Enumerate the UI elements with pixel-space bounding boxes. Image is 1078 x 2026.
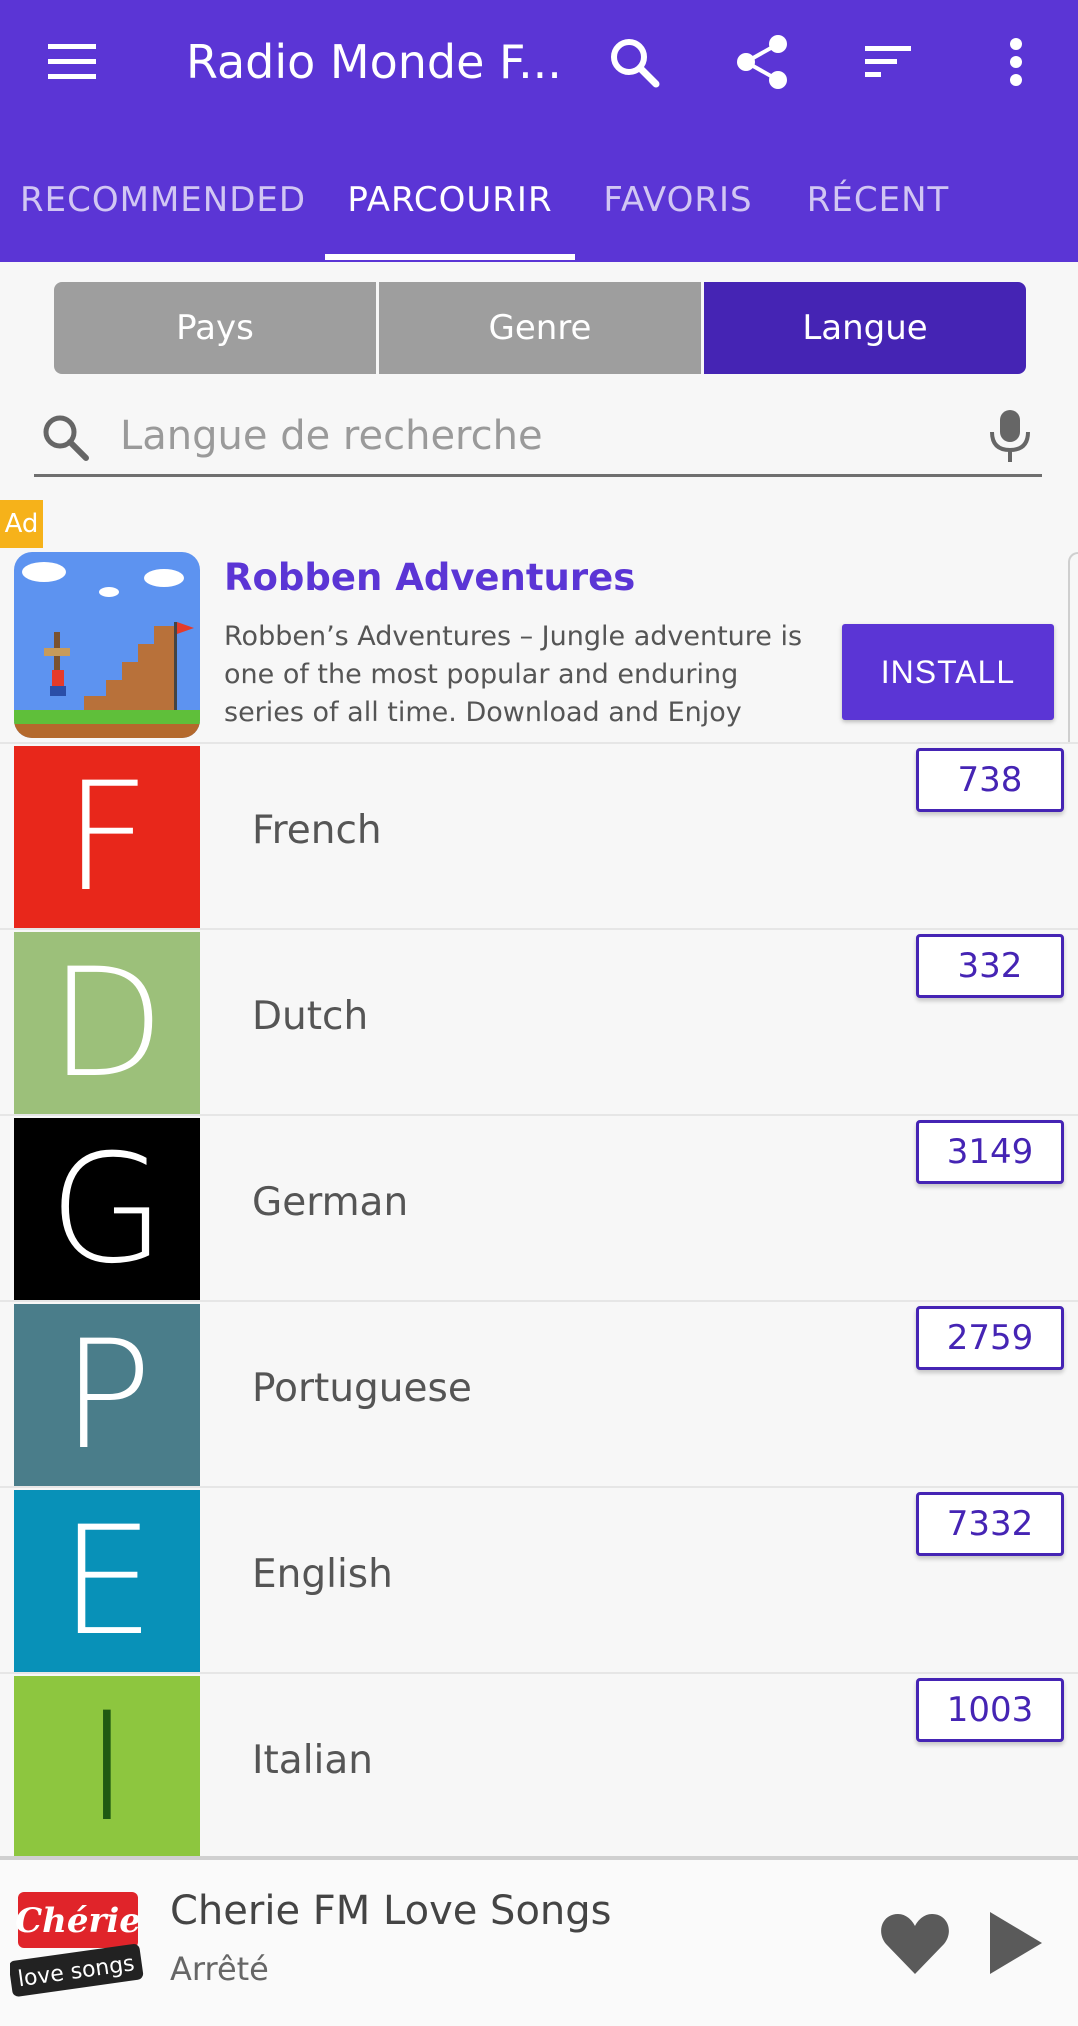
station-count-badge: 2759 bbox=[916, 1306, 1064, 1370]
microphone-icon[interactable] bbox=[988, 408, 1032, 468]
share-icon[interactable] bbox=[722, 22, 802, 102]
language-search-input[interactable] bbox=[118, 404, 982, 468]
language-name: German bbox=[252, 1180, 409, 1225]
ad-badge: Ad bbox=[0, 500, 43, 548]
list-item[interactable]: E English 7332 bbox=[0, 1486, 1078, 1674]
letter-avatar: P bbox=[14, 1304, 200, 1488]
tab-parcourir[interactable]: PARCOURIR bbox=[325, 150, 575, 250]
language-name: English bbox=[252, 1552, 393, 1597]
list-item[interactable]: P Portuguese 2759 bbox=[0, 1300, 1078, 1488]
search-icon[interactable] bbox=[594, 22, 674, 102]
favorite-heart-icon[interactable] bbox=[880, 1910, 950, 1976]
playback-status: Arrêté bbox=[170, 1950, 269, 1988]
sort-icon[interactable] bbox=[848, 22, 928, 102]
station-logo: Chérie love songs bbox=[8, 1882, 146, 2002]
play-icon[interactable] bbox=[986, 1908, 1046, 1978]
ad-description: Robben’s Adventures – Jungle adventure i… bbox=[224, 621, 803, 728]
menu-icon[interactable] bbox=[32, 22, 112, 102]
station-count-badge: 7332 bbox=[916, 1492, 1064, 1556]
station-count-badge: 1003 bbox=[916, 1678, 1064, 1742]
letter-avatar: I bbox=[14, 1676, 200, 1860]
language-name: French bbox=[252, 808, 382, 853]
station-count-badge: 332 bbox=[916, 934, 1064, 998]
app-title: Radio Monde F... bbox=[186, 35, 562, 89]
language-name: Dutch bbox=[252, 994, 369, 1039]
install-button[interactable]: INSTALL bbox=[842, 624, 1054, 720]
segment-langue[interactable]: Langue bbox=[704, 282, 1026, 374]
station-count-badge: 738 bbox=[916, 748, 1064, 812]
list-item[interactable]: D Dutch 332 bbox=[0, 928, 1078, 1116]
segment-genre[interactable]: Genre bbox=[379, 282, 704, 374]
toolbar: Radio Monde F... bbox=[0, 0, 1078, 124]
ad-title[interactable]: Robben Adventures bbox=[224, 556, 664, 599]
search-field-icon bbox=[40, 412, 90, 466]
letter-avatar: E bbox=[14, 1490, 200, 1674]
browse-segmented-control: Pays Genre Langue bbox=[54, 282, 1026, 374]
list-item[interactable]: F French 738 bbox=[0, 742, 1078, 930]
app-bar: Radio Monde F... RECOMMENDED PARCOURIR F… bbox=[0, 0, 1078, 262]
segment-pays[interactable]: Pays bbox=[54, 282, 379, 374]
letter-avatar: F bbox=[14, 746, 200, 930]
station-count-badge: 3149 bbox=[916, 1120, 1064, 1184]
tab-recent[interactable]: RÉCENT bbox=[800, 150, 956, 250]
language-name: Italian bbox=[252, 1738, 373, 1783]
more-vertical-icon[interactable] bbox=[976, 22, 1056, 102]
list-item[interactable]: G German 3149 bbox=[0, 1114, 1078, 1302]
ad-thumbnail[interactable] bbox=[14, 552, 200, 738]
tab-indicator bbox=[325, 254, 575, 260]
tab-recommended[interactable]: RECOMMENDED bbox=[20, 150, 305, 250]
station-name: Cherie FM Love Songs bbox=[170, 1888, 612, 1934]
letter-avatar: D bbox=[14, 932, 200, 1116]
tab-bar: RECOMMENDED PARCOURIR FAVORIS RÉCENT bbox=[0, 150, 1078, 262]
logo-text-top: Chérie bbox=[15, 1901, 141, 1941]
mini-player[interactable]: Chérie love songs Cherie FM Love Songs A… bbox=[0, 1856, 1078, 2026]
tab-favoris[interactable]: FAVORIS bbox=[598, 150, 758, 250]
search-bar bbox=[34, 398, 1042, 477]
language-name: Portuguese bbox=[252, 1366, 472, 1411]
letter-avatar: G bbox=[14, 1118, 200, 1302]
list-item[interactable]: I Italian 1003 bbox=[0, 1672, 1078, 1860]
